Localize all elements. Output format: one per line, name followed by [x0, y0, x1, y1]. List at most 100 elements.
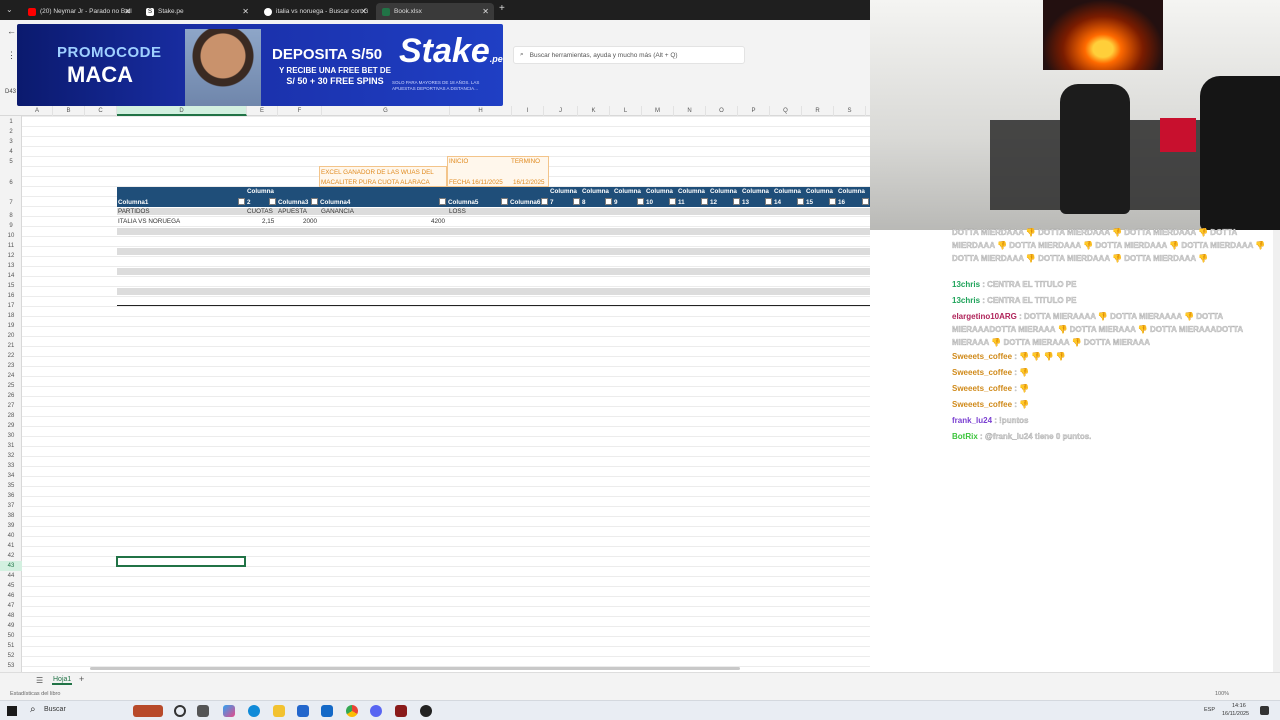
chat-username[interactable]: frank_lu24 [952, 416, 992, 425]
chat-username[interactable]: Sweeets_coffee [952, 352, 1012, 361]
column-header[interactable]: D [117, 106, 247, 116]
row-header[interactable]: 45 [0, 581, 22, 591]
filter-dropdown-icon[interactable] [269, 198, 276, 205]
row-header[interactable]: 32 [0, 451, 22, 461]
cell-cuotas[interactable]: CUOTAS [247, 208, 273, 215]
filter-dropdown-icon[interactable] [701, 198, 708, 205]
horizontal-scrollbar[interactable] [90, 667, 740, 670]
table-header-cell[interactable]: Columna 14 [773, 187, 805, 207]
row-header[interactable]: 13 [0, 261, 22, 271]
discord-icon[interactable] [370, 705, 382, 717]
notification-icon[interactable] [1260, 706, 1269, 715]
row-header[interactable]: 53 [0, 661, 22, 671]
cell-title-line1[interactable]: EXCEL GANADOR DE LAS WUAS DEL [321, 169, 434, 176]
filter-dropdown-icon[interactable] [311, 198, 318, 205]
browser-tab-google[interactable]: italia vs noruega - Buscar con G ✕ [258, 3, 372, 20]
column-header[interactable]: R [802, 106, 834, 116]
column-header[interactable]: E [247, 106, 278, 116]
row-header[interactable]: 38 [0, 511, 22, 521]
cell-match[interactable]: ITALIA VS NORUEGA [118, 218, 180, 225]
table-header-cell[interactable]: Columna 2 [246, 187, 277, 207]
cell-apuesta[interactable]: APUESTA [278, 208, 307, 215]
chat-username[interactable]: 13chris [952, 280, 980, 289]
search-input[interactable]: ⌕ Buscar herramientas, ayuda y mucho más… [513, 46, 745, 64]
column-header[interactable]: B [53, 106, 85, 116]
table-header-cell[interactable]: Columna3 [277, 187, 319, 207]
browser-tab-youtube[interactable]: (20) Neymar Jr - Parado no Bail ✕ [22, 3, 136, 20]
row-header[interactable]: 46 [0, 591, 22, 601]
column-header[interactable]: Q [770, 106, 802, 116]
row-header[interactable]: 8 [0, 211, 22, 221]
row-header[interactable]: 19 [0, 321, 22, 331]
table-header-cell[interactable]: Columna6 [509, 187, 549, 207]
row-header[interactable]: 17 [0, 301, 22, 311]
row-header[interactable]: 9 [0, 221, 22, 231]
table-header-cell[interactable]: Columna 7 [549, 187, 581, 207]
table-header-cell[interactable]: Columna 15 [805, 187, 837, 207]
row-header[interactable]: 34 [0, 471, 22, 481]
edge-icon[interactable] [248, 705, 260, 717]
column-header[interactable]: M [642, 106, 674, 116]
mail-icon[interactable] [321, 705, 333, 717]
filter-dropdown-icon[interactable] [829, 198, 836, 205]
row-header[interactable]: 42 [0, 551, 22, 561]
cell-fecha-inicio[interactable]: FECHA 16/11/2025 [449, 179, 503, 186]
taskbar-search[interactable]: Buscar [44, 706, 66, 713]
sheet-list-icon[interactable]: ☰ [36, 676, 43, 685]
column-header[interactable]: C [85, 106, 117, 116]
chat-username[interactable]: BotRix [952, 432, 978, 441]
row-header[interactable]: 51 [0, 641, 22, 651]
filter-dropdown-icon[interactable] [238, 198, 245, 205]
chat-username[interactable]: Sweeets_coffee [952, 384, 1012, 393]
browser-tab-excel[interactable]: Book.xlsx ✕ [376, 3, 494, 20]
cell-termino[interactable]: TERMINO [511, 158, 540, 165]
column-header[interactable]: S [834, 106, 866, 116]
column-header[interactable]: H [450, 106, 512, 116]
table-header-cell[interactable]: Columna1 [117, 187, 246, 207]
cell-loss[interactable]: LOSS [449, 208, 466, 215]
table-header-cell[interactable]: Columna 12 [709, 187, 741, 207]
filter-dropdown-icon[interactable] [733, 198, 740, 205]
close-tab-icon[interactable]: ✕ [360, 7, 367, 16]
row-header[interactable]: 1 [0, 117, 22, 127]
chat-username[interactable]: Sweeets_coffee [952, 368, 1012, 377]
filter-dropdown-icon[interactable] [797, 198, 804, 205]
column-header[interactable]: N [674, 106, 706, 116]
sheet-tab-hoja1[interactable]: Hoja1 [52, 676, 73, 685]
filter-dropdown-icon[interactable] [605, 198, 612, 205]
table-header-cell[interactable]: Columna 11 [677, 187, 709, 207]
language-indicator[interactable]: ESP [1204, 707, 1215, 713]
column-header[interactable]: G [322, 106, 450, 116]
filter-dropdown-icon[interactable] [669, 198, 676, 205]
column-header[interactable]: P [738, 106, 770, 116]
browser-tab-stake[interactable]: S Stake.pe ✕ [140, 3, 254, 20]
filter-dropdown-icon[interactable] [573, 198, 580, 205]
row-header[interactable]: 27 [0, 401, 22, 411]
row-header[interactable]: 25 [0, 381, 22, 391]
column-header[interactable]: O [706, 106, 738, 116]
taskbar-search-icon[interactable]: ⌕ [30, 704, 36, 715]
cell-fecha-fin[interactable]: 16/12/2025 [513, 179, 545, 186]
column-header[interactable]: J [544, 106, 578, 116]
back-arrow-icon[interactable]: ← [7, 26, 16, 36]
cell-profit[interactable]: 4200 [431, 218, 445, 225]
table-header-cell[interactable]: Columna 13 [741, 187, 773, 207]
row-header[interactable]: 33 [0, 461, 22, 471]
row-header[interactable]: 50 [0, 631, 22, 641]
row-header[interactable]: 43 [0, 561, 22, 571]
chat-username[interactable]: 13chris [952, 296, 980, 305]
filter-dropdown-icon[interactable] [501, 198, 508, 205]
workbook-stats[interactable]: Estadísticas del libro [10, 691, 60, 697]
row-header[interactable]: 5 [0, 157, 22, 167]
chrome-icon[interactable] [346, 705, 358, 717]
filter-dropdown-icon[interactable] [637, 198, 644, 205]
clock-time[interactable]: 14:16 [1232, 703, 1246, 709]
row-header[interactable]: 35 [0, 481, 22, 491]
column-header[interactable]: A [22, 106, 53, 116]
row-header[interactable]: 10 [0, 231, 22, 241]
row-header[interactable]: 2 [0, 127, 22, 137]
close-tab-icon[interactable]: ✕ [482, 7, 489, 16]
row-header[interactable]: 26 [0, 391, 22, 401]
table-header-cell[interactable]: Columna 16 [837, 187, 870, 207]
table-header-cell[interactable]: Columna4 [319, 187, 447, 207]
